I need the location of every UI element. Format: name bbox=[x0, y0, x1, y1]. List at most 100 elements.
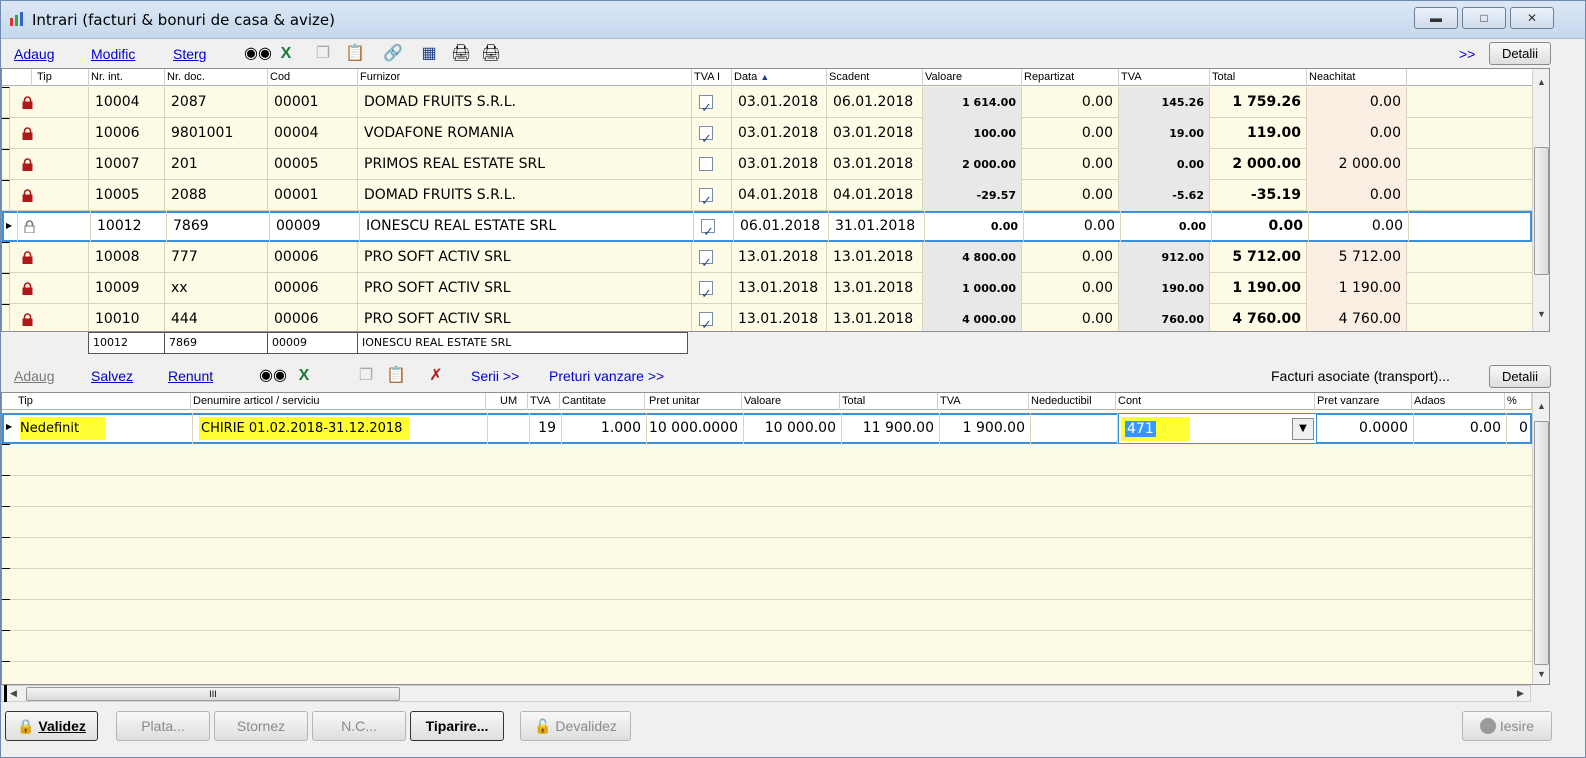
cell-cod[interactable]: 00009 bbox=[270, 211, 360, 242]
cell-repartizat[interactable]: 0.00 bbox=[1022, 87, 1119, 118]
invoice-row[interactable]: 10007 201 00005 PRIMOS REAL ESTATE SRL 03.01… bbox=[2, 149, 1532, 180]
cell-neachitat[interactable]: 2 000.00 bbox=[1307, 149, 1407, 180]
invoice-row[interactable]: 10005208800001DOMAD FRUITS S.R.L. 04.01.2… bbox=[2, 180, 1532, 211]
preturi-vanzare-link[interactable]: Preturi vanzare >> bbox=[549, 368, 664, 384]
cell-nr-doc[interactable]: 2088 bbox=[165, 180, 268, 211]
binoculars-icon[interactable]: ◉◉ bbox=[259, 366, 287, 386]
cell-total[interactable]: 4 760.00 bbox=[1210, 304, 1307, 331]
cell-tva[interactable]: 19.00 bbox=[1119, 118, 1210, 149]
cell-nr-int[interactable]: 10005 bbox=[89, 180, 165, 211]
scroll-up-icon[interactable]: ▲ bbox=[1533, 401, 1549, 411]
invoice-grid[interactable]: Tip Nr. int. Nr. doc. Cod Furnizor TVA I… bbox=[1, 68, 1550, 332]
cell-neachitat[interactable]: 5 712.00 bbox=[1307, 242, 1407, 273]
cell-nr-int[interactable]: 10010 bbox=[89, 304, 165, 331]
col-tva-pct[interactable]: TVA bbox=[528, 393, 560, 410]
tva-pct-value[interactable]: 19 bbox=[530, 413, 562, 444]
cell-furnizor[interactable]: DOMAD FRUITS S.R.L. bbox=[358, 180, 692, 211]
cell-neachitat[interactable]: 0.00 bbox=[1307, 118, 1407, 149]
cell-nr-int[interactable]: 10008 bbox=[89, 242, 165, 273]
col-total[interactable]: Total bbox=[1210, 69, 1307, 86]
col-repartizat[interactable]: Repartizat bbox=[1022, 69, 1119, 86]
validez-button[interactable]: 🔒 Validez bbox=[5, 711, 98, 741]
cell-scadent[interactable]: 13.01.2018 bbox=[827, 304, 923, 331]
article-row[interactable]: ▶ Nedefinit CHIRIE 01.02.2018-31.12.2018… bbox=[2, 413, 1534, 444]
top-vertical-scrollbar[interactable]: ▲ ▼ bbox=[1532, 69, 1549, 331]
modific-link[interactable]: Modific bbox=[91, 46, 135, 62]
lock-cell[interactable] bbox=[16, 242, 89, 273]
col-nedeductibil[interactable]: Nedeductibil bbox=[1029, 393, 1116, 410]
cell-furnizor[interactable]: IONESCU REAL ESTATE SRL bbox=[360, 211, 694, 242]
cell-cod[interactable]: 00001 bbox=[268, 180, 358, 211]
scroll-down-icon[interactable]: ▼ bbox=[1533, 669, 1549, 679]
scroll-thumb[interactable] bbox=[1534, 421, 1549, 665]
invoice-row[interactable]: 10006980100100004VODAFONE ROMANIA 03.01.2… bbox=[2, 118, 1532, 149]
col-neachitat[interactable]: Neachitat bbox=[1307, 69, 1407, 86]
col-scadent[interactable]: Scadent bbox=[827, 69, 923, 86]
cell-total[interactable]: 0.00 bbox=[1212, 211, 1309, 242]
adaug-link[interactable]: Adaug bbox=[14, 46, 54, 62]
col-tva[interactable]: TVA bbox=[1119, 69, 1210, 86]
cell-repartizat[interactable]: 0.00 bbox=[1022, 118, 1119, 149]
cantitate-value[interactable]: 1.000 bbox=[562, 413, 647, 444]
cell-data[interactable]: 03.01.2018 bbox=[732, 149, 827, 180]
cell-total[interactable]: 1 190.00 bbox=[1210, 273, 1307, 304]
col-nr-doc[interactable]: Nr. doc. bbox=[165, 69, 268, 86]
cell-nr-doc[interactable]: xx bbox=[165, 273, 268, 304]
cell-valoare[interactable]: 4 000.00 bbox=[923, 304, 1022, 331]
col-cont[interactable]: Cont bbox=[1116, 393, 1315, 410]
cell-repartizat[interactable]: 0.00 bbox=[1022, 273, 1119, 304]
cell-furnizor[interactable]: DOMAD FRUITS S.R.L. bbox=[358, 87, 692, 118]
col-tva-i[interactable]: TVA I bbox=[692, 69, 732, 86]
lock-cell[interactable] bbox=[16, 180, 89, 211]
tva-i-checkbox[interactable] bbox=[692, 242, 732, 273]
scroll-left-icon[interactable]: ◀ bbox=[10, 688, 17, 699]
cell-tva[interactable]: -5.62 bbox=[1119, 180, 1210, 211]
cell-scadent[interactable]: 13.01.2018 bbox=[827, 273, 923, 304]
dropdown-arrow-icon[interactable]: ▼ bbox=[1292, 418, 1314, 440]
col-adaos[interactable]: Adaos bbox=[1412, 393, 1505, 410]
lock-cell[interactable] bbox=[16, 304, 89, 331]
cell-furnizor[interactable]: PRO SOFT ACTIV SRL bbox=[358, 304, 692, 331]
cell-nr-doc[interactable]: 201 bbox=[165, 149, 268, 180]
link-icon[interactable]: 🔗 bbox=[383, 44, 403, 64]
invoice-row[interactable]: ▶ 10012786900009IONESCU REAL ESTATE SRL 06… bbox=[2, 211, 1532, 242]
nc-button[interactable]: N.C... bbox=[312, 711, 406, 741]
invoice-row[interactable]: 1000877700006PRO SOFT ACTIV SRL 13.01.201… bbox=[2, 242, 1532, 273]
lock-cell[interactable] bbox=[16, 273, 89, 304]
scroll-up-icon[interactable]: ▲ bbox=[1533, 77, 1549, 87]
cell-repartizat[interactable]: 0.00 bbox=[1022, 180, 1119, 211]
cell-nr-int[interactable]: 10006 bbox=[89, 118, 165, 149]
iesire-button[interactable]: Iesire bbox=[1462, 711, 1552, 741]
lock-cell[interactable] bbox=[18, 211, 91, 242]
horizontal-scrollbar[interactable]: ◀ III ▶ bbox=[1, 685, 1531, 702]
cell-valoare[interactable]: 1 000.00 bbox=[923, 273, 1022, 304]
tiparire-button[interactable]: Tiparire... bbox=[410, 711, 504, 741]
serii-link[interactable]: Serii >> bbox=[471, 368, 519, 384]
cell-tva[interactable]: 0.00 bbox=[1121, 211, 1212, 242]
cell-valoare[interactable]: 1 614.00 bbox=[923, 87, 1022, 118]
close-button[interactable]: ✕ bbox=[1510, 7, 1554, 29]
cell-cod[interactable]: 00006 bbox=[268, 242, 358, 273]
cont-combo[interactable]: 471 ▼ bbox=[1118, 413, 1317, 444]
um-value[interactable] bbox=[488, 413, 530, 444]
col-nr-int[interactable]: Nr. int. bbox=[89, 69, 165, 86]
printer-preview-icon[interactable]: 🖨 bbox=[481, 44, 501, 64]
cell-scadent[interactable]: 03.01.2018 bbox=[827, 149, 923, 180]
col-tva-val[interactable]: TVA bbox=[938, 393, 1029, 410]
detalii-bottom-button[interactable]: Detalii bbox=[1489, 365, 1551, 388]
lock-cell[interactable] bbox=[16, 149, 89, 180]
cell-nr-doc[interactable]: 9801001 bbox=[165, 118, 268, 149]
binoculars-icon[interactable]: ◉◉ bbox=[244, 44, 272, 64]
cell-total[interactable]: 2 000.00 bbox=[1210, 149, 1307, 180]
cell-neachitat[interactable]: 0.00 bbox=[1309, 211, 1409, 242]
tva-i-checkbox[interactable] bbox=[692, 273, 732, 304]
cell-neachitat[interactable]: 0.00 bbox=[1307, 180, 1407, 211]
cell-valoare[interactable]: 2 000.00 bbox=[923, 149, 1022, 180]
cell-cod[interactable]: 00006 bbox=[268, 273, 358, 304]
scroll-thumb[interactable] bbox=[1534, 147, 1549, 275]
cell-cod[interactable]: 00001 bbox=[268, 87, 358, 118]
cell-furnizor[interactable]: PRO SOFT ACTIV SRL bbox=[358, 273, 692, 304]
scroll-down-icon[interactable]: ▼ bbox=[1533, 309, 1549, 319]
cell-repartizat[interactable]: 0.00 bbox=[1022, 304, 1119, 331]
cell-total[interactable]: 1 759.26 bbox=[1210, 87, 1307, 118]
